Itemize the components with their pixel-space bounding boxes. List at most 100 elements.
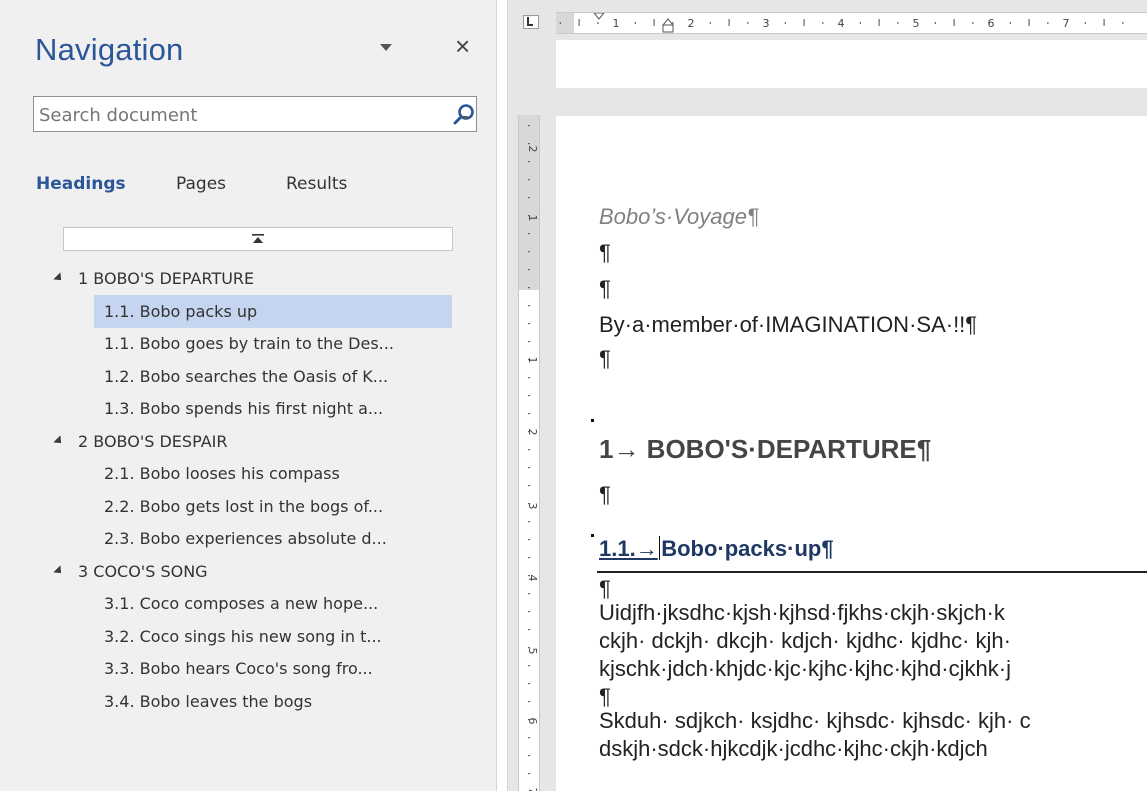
ruler-tick bbox=[1103, 19, 1105, 26]
ruler-tick bbox=[528, 395, 530, 397]
heading-level-2-item[interactable]: 3.3. Bobo hears Coco's song fro... bbox=[94, 652, 452, 685]
heading-level-2-item[interactable]: 1.3. Bobo spends his first night a... bbox=[94, 392, 452, 425]
heading-1: 1→ BOBO'S·DEPARTURE¶ bbox=[599, 434, 932, 464]
heading-level-2-item[interactable]: 2.1. Bobo looses his compass bbox=[94, 457, 452, 490]
search-box[interactable] bbox=[33, 96, 477, 132]
heading-level-2-item[interactable]: 3.2. Coco sings his new song in t... bbox=[94, 620, 452, 653]
search-input[interactable] bbox=[39, 104, 399, 126]
search-options-chevron-icon[interactable] bbox=[462, 116, 468, 120]
heading-level-2-item[interactable]: 3.1. Coco composes a new hope... bbox=[94, 587, 452, 620]
ruler-number: 2 bbox=[526, 146, 539, 153]
heading-level-2-item[interactable]: 2.2. Bobo gets lost in the bogs of... bbox=[94, 490, 452, 523]
ruler-tick bbox=[528, 413, 530, 415]
vertical-ruler[interactable]: 2 1 1 2 3 4 5 6 7 bbox=[518, 115, 540, 791]
heading-item-label: 1.2. Bobo searches the Oasis of K... bbox=[104, 367, 389, 386]
heading-level-1-item[interactable]: 1 BOBO'S DEPARTURE bbox=[53, 262, 474, 295]
left-tab-icon bbox=[527, 17, 533, 26]
empty-paragraph: ¶ bbox=[599, 684, 611, 709]
pane-splitter[interactable] bbox=[496, 0, 508, 791]
tab-pages[interactable]: Pages bbox=[176, 174, 226, 194]
tab-headings[interactable]: Headings bbox=[36, 174, 126, 194]
expand-triangle-icon[interactable] bbox=[53, 271, 65, 284]
ruler-tick bbox=[528, 143, 530, 145]
heading-item-label: 3.4. Bobo leaves the bogs bbox=[104, 692, 313, 711]
ruler-tick bbox=[559, 22, 561, 24]
ruler-tick bbox=[528, 665, 530, 667]
heading-level-2-item[interactable]: 1.1. Bobo packs up bbox=[94, 295, 452, 328]
ruler-tick bbox=[597, 22, 599, 24]
search-icon[interactable] bbox=[452, 103, 476, 127]
ruler-tick bbox=[728, 19, 730, 26]
ruler-number: 7 bbox=[1063, 17, 1070, 30]
heading-item-label: 3.3. Bobo hears Coco's song fro... bbox=[104, 659, 373, 678]
ruler-scale: 2 1 1 2 3 4 5 6 7 bbox=[526, 125, 539, 791]
heading-item-label: 1.1. Bobo goes by train to the Des... bbox=[104, 334, 394, 353]
tab-results[interactable]: Results bbox=[286, 174, 347, 194]
ruler-number: 1 bbox=[526, 215, 539, 222]
heading-level-2-item[interactable]: 1.2. Bobo searches the Oasis of K... bbox=[94, 360, 452, 393]
ruler-tick bbox=[528, 179, 530, 181]
heading-level-2-item[interactable]: 2.3. Bobo experiences absolute d... bbox=[94, 522, 452, 555]
ruler-tick bbox=[528, 701, 530, 703]
ruler-tick bbox=[1084, 22, 1086, 24]
heading-item-label: 2.2. Bobo gets lost in the bogs of... bbox=[104, 497, 384, 516]
body-line: ckjh· dckjh· dkcjh· kdjch· kjdhc· kjdhc·… bbox=[599, 628, 1011, 653]
tab-stop-selector[interactable] bbox=[523, 15, 539, 29]
ruler-tick bbox=[528, 467, 530, 469]
pane-options-chevron-icon[interactable] bbox=[380, 44, 392, 51]
document-page[interactable]: Bobo’s·Voyage¶ ¶ ¶ By·a·member·of·IMAGIN… bbox=[556, 116, 1147, 791]
ruler-tick bbox=[1009, 22, 1011, 24]
ruler-tick bbox=[528, 611, 530, 613]
heading-level-1-item[interactable]: 2 BOBO'S DESPAIR bbox=[53, 425, 474, 458]
document-title: Bobo’s·Voyage¶ bbox=[599, 204, 759, 229]
ruler-number: 5 bbox=[526, 648, 539, 655]
ruler-tick bbox=[747, 22, 749, 24]
expand-triangle-icon[interactable] bbox=[53, 434, 65, 447]
ruler-tick bbox=[528, 197, 530, 199]
collapse-all-icon bbox=[252, 234, 264, 243]
ruler-tick bbox=[822, 22, 824, 24]
empty-paragraph: ¶ bbox=[599, 240, 611, 265]
empty-paragraph: ¶ bbox=[599, 346, 611, 371]
ruler-tick bbox=[528, 233, 530, 235]
ruler-tick bbox=[653, 19, 655, 26]
ruler-number: 3 bbox=[526, 503, 539, 510]
ruler-tick bbox=[528, 305, 530, 307]
document-author: By·a·member·of·IMAGINATION·SA·!!¶ bbox=[599, 312, 978, 337]
heading-item-label: 3 COCO'S SONG bbox=[78, 562, 208, 581]
heading-item-label: 3.2. Coco sings his new song in t... bbox=[104, 627, 382, 646]
ruler-number: 6 bbox=[988, 17, 995, 30]
ruler-tick bbox=[528, 629, 530, 631]
ruler-tick bbox=[528, 449, 530, 451]
ruler-number: 2 bbox=[688, 17, 695, 30]
ruler-tick bbox=[528, 125, 530, 127]
ruler-tick bbox=[897, 22, 899, 24]
horizontal-ruler[interactable]: 1 2 3 4 5 6 7 bbox=[556, 12, 1147, 34]
ruler-tick bbox=[528, 377, 530, 379]
expand-triangle-icon[interactable] bbox=[53, 564, 65, 577]
text-cursor bbox=[658, 536, 661, 560]
ruler-tick bbox=[934, 22, 936, 24]
ruler-tick bbox=[528, 557, 530, 559]
heading-item-label: 2.1. Bobo looses his compass bbox=[104, 464, 340, 483]
ruler-tick bbox=[878, 19, 880, 26]
close-icon[interactable]: × bbox=[455, 33, 470, 59]
body-line: dskjh·sdck·hjkcdjk·jcdhc·kjhc·ckjh·kdjch bbox=[599, 736, 988, 761]
heading-level-1-item[interactable]: 3 COCO'S SONG bbox=[53, 555, 474, 588]
ruler-tick bbox=[634, 22, 636, 24]
collapse-all-button[interactable] bbox=[63, 227, 453, 251]
ruler-scale: 1 2 3 4 5 6 7 bbox=[559, 13, 1124, 33]
ruler-tick bbox=[709, 22, 711, 24]
ruler-number: 7 bbox=[526, 788, 539, 791]
heading-2-number: 1.1.→ bbox=[599, 536, 658, 561]
empty-paragraph: ¶ bbox=[599, 482, 611, 507]
heading-level-2-item[interactable]: 3.4. Bobo leaves the bogs bbox=[94, 685, 452, 718]
heading-item-label: 2.3. Bobo experiences absolute d... bbox=[104, 529, 387, 548]
body-line: Skduh· sdjkch· ksjdhc· kjhsdc· kjhsdc· k… bbox=[599, 708, 1031, 733]
ruler-tick bbox=[803, 19, 805, 26]
paragraph-marker bbox=[591, 419, 594, 422]
ruler-tick bbox=[528, 485, 530, 487]
ruler-tick bbox=[1047, 22, 1049, 24]
heading-item-label: 1 BOBO'S DEPARTURE bbox=[78, 269, 255, 288]
heading-level-2-item[interactable]: 1.1. Bobo goes by train to the Des... bbox=[94, 327, 452, 360]
